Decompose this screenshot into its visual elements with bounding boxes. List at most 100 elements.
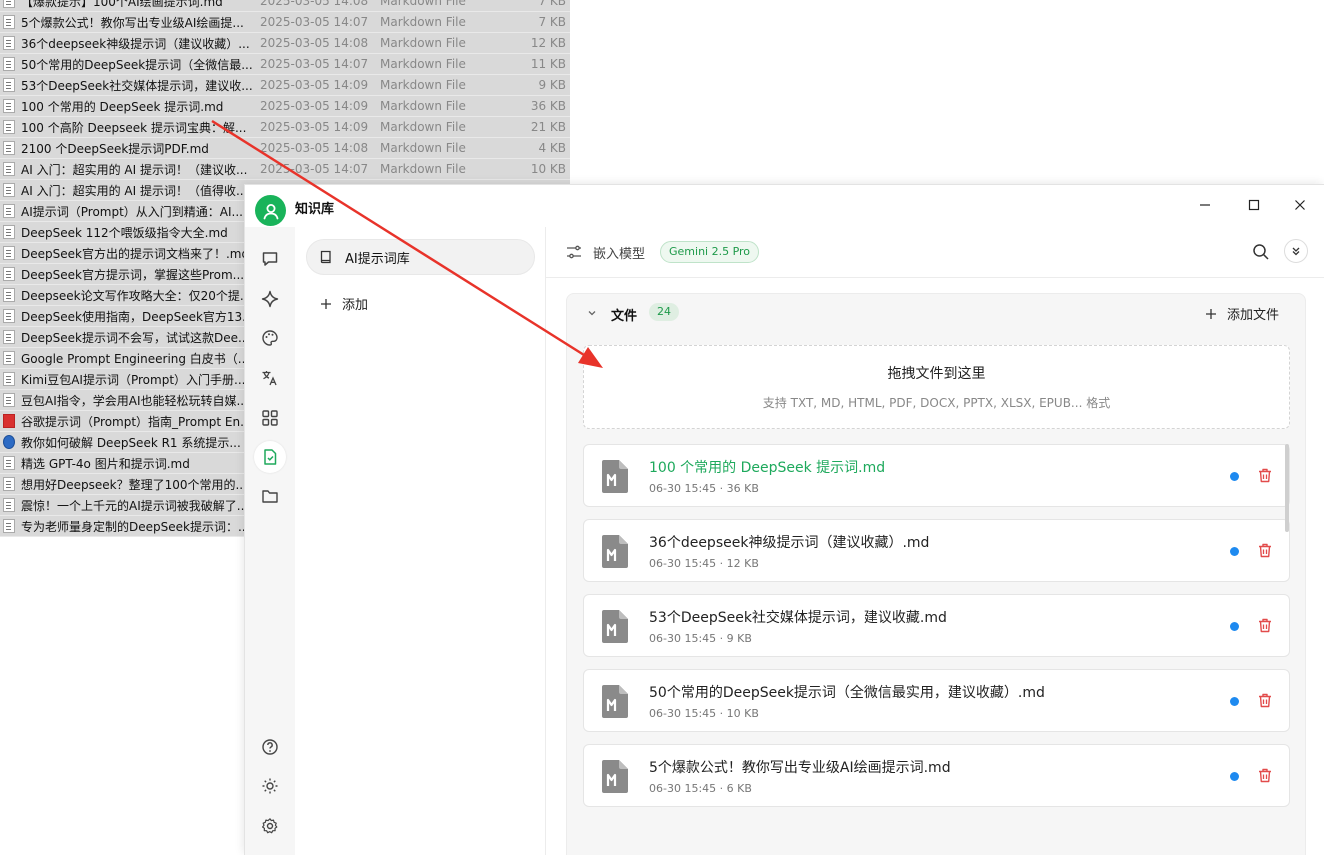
sidebar-item-translate[interactable]: [254, 362, 286, 394]
theme-toggle-button[interactable]: [254, 770, 286, 802]
file-drop-zone[interactable]: 拖拽文件到这里 支持 TXT, MD, HTML, PDF, DOCX, PPT…: [583, 345, 1290, 429]
file-name[interactable]: 36个deepseek神级提示词（建议收藏）.md: [649, 532, 929, 552]
explorer-file-size: 36 KB: [530, 99, 566, 113]
explorer-file-row[interactable]: AI 入门：超实用的 AI 提示词！（建议收... 2025-03-05 14:0…: [0, 159, 570, 180]
sidebar-item-paint[interactable]: [254, 322, 286, 354]
explorer-file-size: 11 KB: [530, 57, 566, 71]
explorer-file-date: 2025-03-05 14:08: [260, 36, 369, 50]
explorer-file-row[interactable]: 36个deepseek神级提示词（建议收藏）... 2025-03-05 14:0…: [0, 33, 570, 54]
sidebar-rail: [245, 227, 295, 855]
explorer-file-row[interactable]: 53个DeepSeek社交媒体提示词，建议收... 2025-03-05 14:0…: [0, 75, 570, 96]
add-file-button[interactable]: 添加文件: [1205, 304, 1279, 323]
file-name[interactable]: 53个DeepSeek社交媒体提示词，建议收藏.md: [649, 607, 947, 627]
markdown-file-icon: [3, 519, 15, 533]
user-icon: [263, 203, 278, 219]
sliders-icon[interactable]: [566, 244, 582, 260]
markdown-file-icon: [3, 162, 15, 176]
markdown-file-icon: [3, 309, 15, 323]
help-button[interactable]: [254, 731, 286, 763]
explorer-file-date: 2025-03-05 14:08: [260, 141, 369, 155]
file-card[interactable]: 53个DeepSeek社交媒体提示词，建议收藏.md 06-30 15:45 · …: [583, 594, 1290, 657]
explorer-file-size: 7 KB: [538, 15, 566, 29]
files-section-header[interactable]: 文件 24 添加文件: [567, 294, 1305, 331]
file-card[interactable]: 36个deepseek神级提示词（建议收藏）.md 06-30 15:45 · 1…: [583, 519, 1290, 582]
file-name[interactable]: 50个常用的DeepSeek提示词（全微信最实用，建议收藏）.md: [649, 682, 1045, 702]
explorer-file-size: 9 KB: [538, 78, 566, 92]
explorer-file-name: 53个DeepSeek社交媒体提示词，建议收...: [21, 78, 253, 93]
explorer-file-name: 2100 个DeepSeek提示词PDF.md: [21, 141, 209, 156]
explorer-file-name: 专为老师量身定制的DeepSeek提示词：...: [21, 519, 250, 534]
file-list-scrollbar[interactable]: [1285, 444, 1289, 532]
explorer-file-name: 100 个高阶 Deepseek 提示词宝典：解...: [21, 120, 247, 135]
delete-icon[interactable]: [1258, 543, 1272, 558]
markdown-file-icon: [3, 36, 15, 50]
markdown-file-icon: [602, 460, 628, 493]
explorer-file-size: 4 KB: [538, 141, 566, 155]
user-avatar[interactable]: [255, 195, 286, 226]
explorer-file-name: DeepSeek官方提示词，掌握这些Prom...: [21, 267, 245, 282]
markdown-file-icon: [602, 610, 628, 643]
delete-icon[interactable]: [1258, 618, 1272, 633]
knowledge-file-icon: [264, 449, 277, 465]
explorer-file-row[interactable]: 5个爆款公式！教你写出专业级AI绘画提... 2025-03-05 14:07 Ma…: [0, 12, 570, 33]
chevron-down-icon[interactable]: [587, 308, 597, 318]
explorer-file-name: 想用好Deepseek？整理了100个常用的...: [21, 477, 247, 492]
close-button[interactable]: [1292, 197, 1308, 213]
maximize-button[interactable]: [1246, 197, 1262, 213]
explorer-file-name: DeepSeek官方出的提示词文档来了！.md: [21, 246, 250, 261]
settings-button[interactable]: [254, 810, 286, 842]
sidebar-item-apps[interactable]: [254, 402, 286, 434]
delete-icon[interactable]: [1258, 768, 1272, 783]
explorer-file-type: Markdown File: [380, 36, 466, 50]
explorer-file-row[interactable]: 100 个高阶 Deepseek 提示词宝典：解... 2025-03-05 14…: [0, 117, 570, 138]
app-title: 知识库: [295, 202, 335, 217]
explorer-file-row[interactable]: 【爆款提示】100个AI绘画提示词.md 2025-03-05 14:08 Mark…: [0, 0, 570, 12]
explorer-file-type: Markdown File: [380, 0, 466, 8]
status-dot: [1230, 622, 1239, 631]
markdown-file-icon: [3, 498, 15, 512]
file-card[interactable]: 5个爆款公式！教你写出专业级AI绘画提示词.md 06-30 15:45 · 6 …: [583, 744, 1290, 807]
file-meta: 06-30 15:45 · 9 KB: [649, 632, 752, 645]
explorer-file-name: 豆包AI指令，学会用AI也能轻松玩转自媒...: [21, 393, 248, 408]
apps-grid-icon: [262, 410, 278, 426]
minimize-button[interactable]: [1197, 197, 1213, 213]
markdown-file-icon: [3, 477, 15, 491]
explorer-file-date: 2025-03-05 14:09: [260, 78, 369, 92]
markdown-file-icon: [602, 760, 628, 793]
search-icon[interactable]: [1252, 243, 1270, 261]
markdown-file-icon: [3, 225, 15, 239]
markdown-file-icon: [3, 15, 15, 29]
embed-model-badge[interactable]: Gemini 2.5 Pro: [660, 241, 760, 263]
add-knowledge-base-button[interactable]: 添加: [320, 294, 368, 313]
markdown-file-icon: [3, 267, 15, 281]
collapse-button[interactable]: [1284, 239, 1308, 263]
explorer-file-date: 2025-03-05 14:07: [260, 15, 369, 29]
files-count-badge: 24: [649, 303, 679, 321]
sidebar-item-knowledge[interactable]: [254, 441, 286, 473]
explorer-file-row[interactable]: 2100 个DeepSeek提示词PDF.md 2025-03-05 14:08 M…: [0, 138, 570, 159]
sidebar-item-agents[interactable]: [254, 283, 286, 315]
explorer-file-size: 7 KB: [538, 0, 566, 8]
explorer-file-row[interactable]: 100 个常用的 DeepSeek 提示词.md 2025-03-05 14:09…: [0, 96, 570, 117]
close-icon: [1295, 200, 1305, 210]
delete-icon[interactable]: [1258, 468, 1272, 483]
pdf-file-icon: [3, 414, 15, 428]
plus-icon: [321, 298, 331, 309]
explorer-file-type: Markdown File: [380, 15, 466, 29]
markdown-file-icon: [602, 535, 628, 568]
file-card[interactable]: 100 个常用的 DeepSeek 提示词.md 06-30 15:45 · 36…: [583, 444, 1290, 507]
file-card[interactable]: 50个常用的DeepSeek提示词（全微信最实用，建议收藏）.md 06-30 1…: [583, 669, 1290, 732]
file-name[interactable]: 5个爆款公式！教你写出专业级AI绘画提示词.md: [649, 757, 951, 777]
delete-icon[interactable]: [1258, 693, 1272, 708]
knowledge-base-list: AI提示词库 添加: [296, 227, 546, 855]
explorer-file-name: AI提示词（Prompt）从入门到精通：AI...: [21, 204, 243, 219]
explorer-file-name: 谷歌提示词（Prompt）指南_Prompt En...: [21, 414, 252, 429]
markdown-file-icon: [3, 183, 15, 197]
file-name[interactable]: 100 个常用的 DeepSeek 提示词.md: [649, 457, 885, 477]
sidebar-item-files[interactable]: [254, 480, 286, 512]
explorer-file-date: 2025-03-05 14:09: [260, 99, 369, 113]
explorer-file-row[interactable]: 50个常用的DeepSeek提示词（全微信最... 2025-03-05 14:0…: [0, 54, 570, 75]
kb-item-ai-prompts[interactable]: AI提示词库: [306, 239, 535, 275]
file-meta: 06-30 15:45 · 10 KB: [649, 707, 759, 720]
sidebar-item-chat[interactable]: [254, 243, 286, 275]
